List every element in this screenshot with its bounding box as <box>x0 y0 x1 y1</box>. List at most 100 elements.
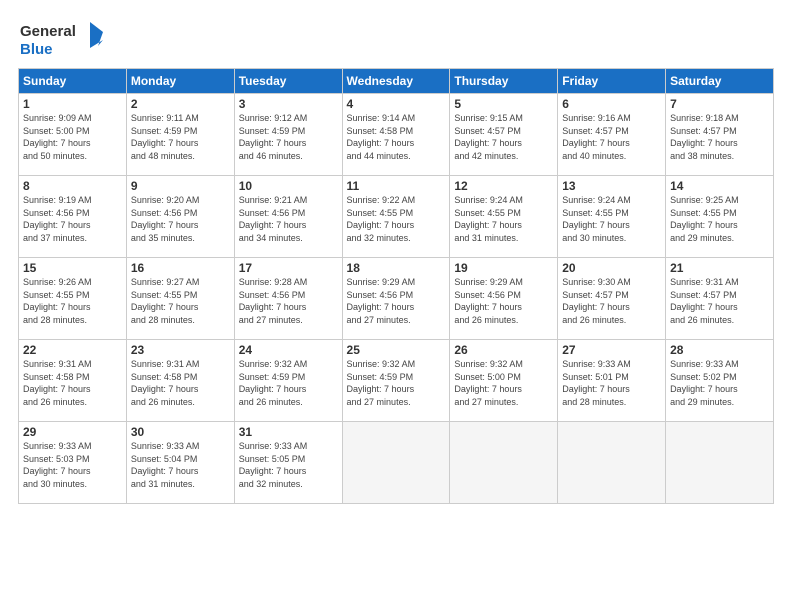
day-number: 22 <box>23 343 122 357</box>
day-info: Sunrise: 9:16 AM Sunset: 4:57 PM Dayligh… <box>562 112 661 162</box>
day-info: Sunrise: 9:31 AM Sunset: 4:57 PM Dayligh… <box>670 276 769 326</box>
day-number: 21 <box>670 261 769 275</box>
calendar-cell: 25Sunrise: 9:32 AM Sunset: 4:59 PM Dayli… <box>342 340 450 422</box>
day-info: Sunrise: 9:11 AM Sunset: 4:59 PM Dayligh… <box>131 112 230 162</box>
day-info: Sunrise: 9:19 AM Sunset: 4:56 PM Dayligh… <box>23 194 122 244</box>
day-info: Sunrise: 9:25 AM Sunset: 4:55 PM Dayligh… <box>670 194 769 244</box>
day-info: Sunrise: 9:26 AM Sunset: 4:55 PM Dayligh… <box>23 276 122 326</box>
calendar-cell: 16Sunrise: 9:27 AM Sunset: 4:55 PM Dayli… <box>126 258 234 340</box>
day-number: 25 <box>347 343 446 357</box>
day-number: 17 <box>239 261 338 275</box>
day-info: Sunrise: 9:33 AM Sunset: 5:02 PM Dayligh… <box>670 358 769 408</box>
day-number: 10 <box>239 179 338 193</box>
day-number: 2 <box>131 97 230 111</box>
day-number: 7 <box>670 97 769 111</box>
day-info: Sunrise: 9:31 AM Sunset: 4:58 PM Dayligh… <box>131 358 230 408</box>
calendar-cell: 5Sunrise: 9:15 AM Sunset: 4:57 PM Daylig… <box>450 94 558 176</box>
calendar-cell: 11Sunrise: 9:22 AM Sunset: 4:55 PM Dayli… <box>342 176 450 258</box>
calendar-cell: 6Sunrise: 9:16 AM Sunset: 4:57 PM Daylig… <box>558 94 666 176</box>
day-number: 11 <box>347 179 446 193</box>
day-info: Sunrise: 9:29 AM Sunset: 4:56 PM Dayligh… <box>454 276 553 326</box>
calendar-cell: 17Sunrise: 9:28 AM Sunset: 4:56 PM Dayli… <box>234 258 342 340</box>
day-info: Sunrise: 9:21 AM Sunset: 4:56 PM Dayligh… <box>239 194 338 244</box>
calendar-cell: 9Sunrise: 9:20 AM Sunset: 4:56 PM Daylig… <box>126 176 234 258</box>
day-number: 26 <box>454 343 553 357</box>
page-container: GeneralBlue SundayMondayTuesdayWednesday… <box>0 0 792 514</box>
logo-icon: GeneralBlue <box>18 18 108 58</box>
col-header-tuesday: Tuesday <box>234 69 342 94</box>
calendar-cell: 7Sunrise: 9:18 AM Sunset: 4:57 PM Daylig… <box>666 94 774 176</box>
calendar-cell: 27Sunrise: 9:33 AM Sunset: 5:01 PM Dayli… <box>558 340 666 422</box>
day-number: 29 <box>23 425 122 439</box>
calendar-cell: 30Sunrise: 9:33 AM Sunset: 5:04 PM Dayli… <box>126 422 234 504</box>
calendar-cell: 14Sunrise: 9:25 AM Sunset: 4:55 PM Dayli… <box>666 176 774 258</box>
day-number: 9 <box>131 179 230 193</box>
day-number: 31 <box>239 425 338 439</box>
day-info: Sunrise: 9:12 AM Sunset: 4:59 PM Dayligh… <box>239 112 338 162</box>
day-number: 4 <box>347 97 446 111</box>
col-header-wednesday: Wednesday <box>342 69 450 94</box>
calendar-cell: 29Sunrise: 9:33 AM Sunset: 5:03 PM Dayli… <box>19 422 127 504</box>
calendar-cell: 15Sunrise: 9:26 AM Sunset: 4:55 PM Dayli… <box>19 258 127 340</box>
calendar-cell <box>342 422 450 504</box>
day-number: 5 <box>454 97 553 111</box>
svg-text:Blue: Blue <box>20 41 53 58</box>
day-info: Sunrise: 9:30 AM Sunset: 4:57 PM Dayligh… <box>562 276 661 326</box>
day-info: Sunrise: 9:09 AM Sunset: 5:00 PM Dayligh… <box>23 112 122 162</box>
col-header-sunday: Sunday <box>19 69 127 94</box>
day-info: Sunrise: 9:33 AM Sunset: 5:03 PM Dayligh… <box>23 440 122 490</box>
svg-text:General: General <box>20 23 76 40</box>
calendar-cell: 12Sunrise: 9:24 AM Sunset: 4:55 PM Dayli… <box>450 176 558 258</box>
day-info: Sunrise: 9:27 AM Sunset: 4:55 PM Dayligh… <box>131 276 230 326</box>
logo: GeneralBlue <box>18 18 108 58</box>
calendar-cell: 26Sunrise: 9:32 AM Sunset: 5:00 PM Dayli… <box>450 340 558 422</box>
day-number: 19 <box>454 261 553 275</box>
calendar-cell: 31Sunrise: 9:33 AM Sunset: 5:05 PM Dayli… <box>234 422 342 504</box>
calendar-cell: 20Sunrise: 9:30 AM Sunset: 4:57 PM Dayli… <box>558 258 666 340</box>
day-info: Sunrise: 9:15 AM Sunset: 4:57 PM Dayligh… <box>454 112 553 162</box>
day-info: Sunrise: 9:14 AM Sunset: 4:58 PM Dayligh… <box>347 112 446 162</box>
day-number: 8 <box>23 179 122 193</box>
day-info: Sunrise: 9:32 AM Sunset: 5:00 PM Dayligh… <box>454 358 553 408</box>
day-info: Sunrise: 9:24 AM Sunset: 4:55 PM Dayligh… <box>454 194 553 244</box>
calendar-cell: 4Sunrise: 9:14 AM Sunset: 4:58 PM Daylig… <box>342 94 450 176</box>
day-number: 15 <box>23 261 122 275</box>
day-number: 12 <box>454 179 553 193</box>
page-header: GeneralBlue <box>18 18 774 58</box>
day-info: Sunrise: 9:31 AM Sunset: 4:58 PM Dayligh… <box>23 358 122 408</box>
day-info: Sunrise: 9:33 AM Sunset: 5:05 PM Dayligh… <box>239 440 338 490</box>
calendar-cell: 28Sunrise: 9:33 AM Sunset: 5:02 PM Dayli… <box>666 340 774 422</box>
day-number: 16 <box>131 261 230 275</box>
col-header-friday: Friday <box>558 69 666 94</box>
day-number: 14 <box>670 179 769 193</box>
day-number: 18 <box>347 261 446 275</box>
calendar-cell: 8Sunrise: 9:19 AM Sunset: 4:56 PM Daylig… <box>19 176 127 258</box>
day-info: Sunrise: 9:18 AM Sunset: 4:57 PM Dayligh… <box>670 112 769 162</box>
day-info: Sunrise: 9:22 AM Sunset: 4:55 PM Dayligh… <box>347 194 446 244</box>
day-number: 1 <box>23 97 122 111</box>
calendar-cell: 2Sunrise: 9:11 AM Sunset: 4:59 PM Daylig… <box>126 94 234 176</box>
day-info: Sunrise: 9:33 AM Sunset: 5:04 PM Dayligh… <box>131 440 230 490</box>
calendar-cell: 18Sunrise: 9:29 AM Sunset: 4:56 PM Dayli… <box>342 258 450 340</box>
calendar-cell <box>558 422 666 504</box>
day-info: Sunrise: 9:29 AM Sunset: 4:56 PM Dayligh… <box>347 276 446 326</box>
calendar-cell: 23Sunrise: 9:31 AM Sunset: 4:58 PM Dayli… <box>126 340 234 422</box>
calendar-cell <box>666 422 774 504</box>
day-number: 28 <box>670 343 769 357</box>
day-info: Sunrise: 9:32 AM Sunset: 4:59 PM Dayligh… <box>239 358 338 408</box>
calendar-cell: 3Sunrise: 9:12 AM Sunset: 4:59 PM Daylig… <box>234 94 342 176</box>
col-header-monday: Monday <box>126 69 234 94</box>
day-number: 27 <box>562 343 661 357</box>
day-number: 13 <box>562 179 661 193</box>
day-info: Sunrise: 9:20 AM Sunset: 4:56 PM Dayligh… <box>131 194 230 244</box>
day-info: Sunrise: 9:33 AM Sunset: 5:01 PM Dayligh… <box>562 358 661 408</box>
day-number: 20 <box>562 261 661 275</box>
calendar-cell: 13Sunrise: 9:24 AM Sunset: 4:55 PM Dayli… <box>558 176 666 258</box>
day-number: 30 <box>131 425 230 439</box>
calendar-cell: 21Sunrise: 9:31 AM Sunset: 4:57 PM Dayli… <box>666 258 774 340</box>
day-number: 24 <box>239 343 338 357</box>
day-info: Sunrise: 9:24 AM Sunset: 4:55 PM Dayligh… <box>562 194 661 244</box>
calendar-cell: 22Sunrise: 9:31 AM Sunset: 4:58 PM Dayli… <box>19 340 127 422</box>
calendar-cell: 10Sunrise: 9:21 AM Sunset: 4:56 PM Dayli… <box>234 176 342 258</box>
calendar-cell: 1Sunrise: 9:09 AM Sunset: 5:00 PM Daylig… <box>19 94 127 176</box>
